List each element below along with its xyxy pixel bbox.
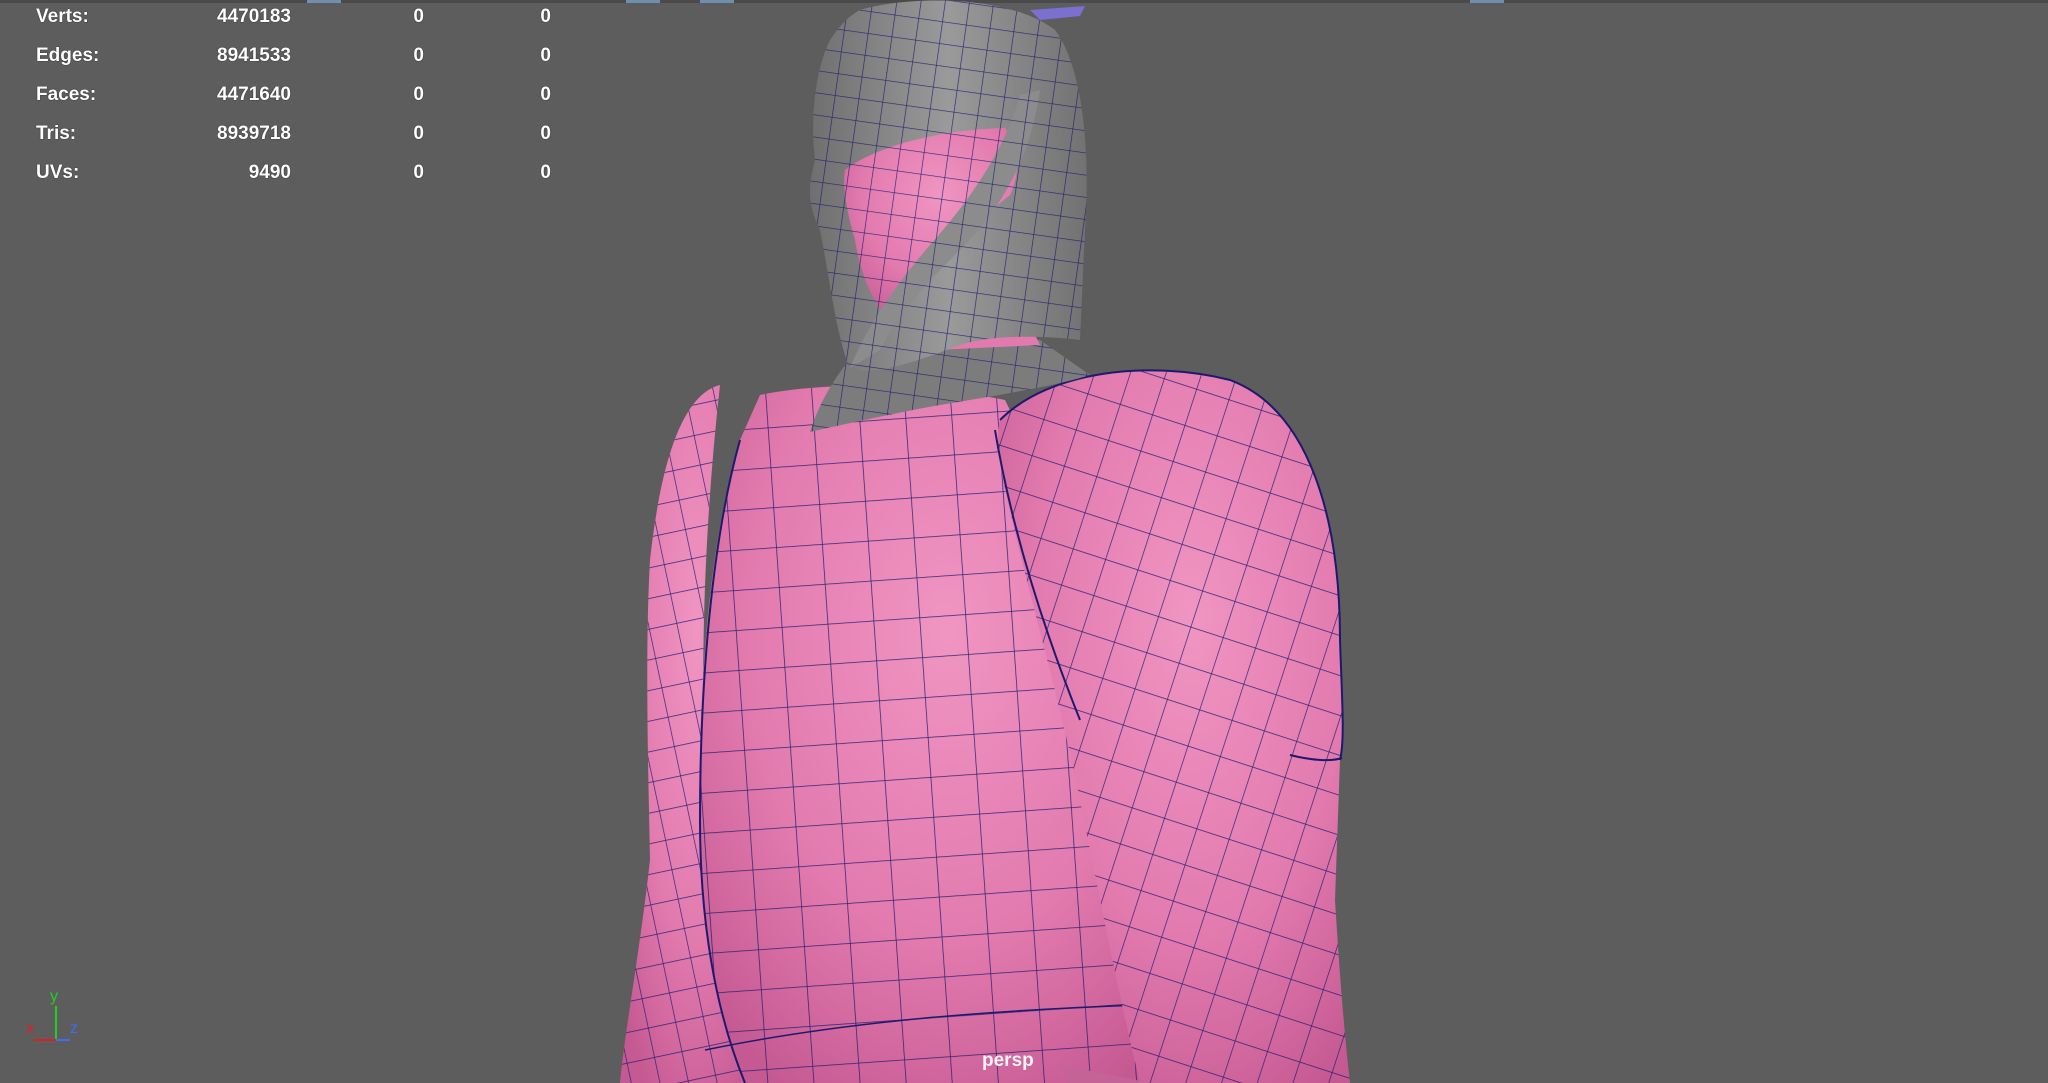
hud-value: 8941533 xyxy=(217,45,291,66)
hud-value: 0 xyxy=(540,6,551,27)
hud-value: 0 xyxy=(413,6,424,27)
hud-row-tris: Tris: 8939718 0 0 xyxy=(36,117,556,156)
hud-value: 8939718 xyxy=(217,123,291,144)
hud-value: 9490 xyxy=(248,162,291,183)
hud-row-verts: Verts: 4470183 0 0 xyxy=(36,0,556,39)
hud-value: 0 xyxy=(540,123,551,144)
hud-label: Verts: xyxy=(36,6,89,27)
hud-value: 4471640 xyxy=(217,84,291,105)
axis-x-label: x xyxy=(26,1020,34,1037)
hud-row-edges: Edges: 8941533 0 0 xyxy=(36,39,556,78)
view-axis-gizmo: y x z xyxy=(20,988,90,1050)
hud-value: 0 xyxy=(413,123,424,144)
hud-value: 4470183 xyxy=(217,6,291,27)
hud-value: 0 xyxy=(540,84,551,105)
hud-row-uvs: UVs: 9490 0 0 xyxy=(36,156,556,195)
hud-value: 0 xyxy=(540,162,551,183)
hud-label: Faces: xyxy=(36,84,97,105)
poly-count-hud: Verts: 4470183 0 0 Edges: 8941533 0 0 Fa… xyxy=(36,0,556,195)
hud-label: UVs: xyxy=(36,162,80,183)
hud-value: 0 xyxy=(540,45,551,66)
hud-value: 0 xyxy=(413,162,424,183)
helmet-mesh xyxy=(810,0,1087,371)
viewport-persp[interactable]: Verts: 4470183 0 0 Edges: 8941533 0 0 Fa… xyxy=(0,0,2048,1083)
hud-value: 0 xyxy=(413,45,424,66)
camera-label: persp xyxy=(982,1050,1034,1071)
hud-row-faces: Faces: 4471640 0 0 xyxy=(36,78,556,117)
hud-value: 0 xyxy=(413,84,424,105)
axis-z-label: z xyxy=(70,1020,78,1037)
hud-label: Edges: xyxy=(36,45,100,66)
axis-y-label: y xyxy=(50,988,58,1005)
hud-label: Tris: xyxy=(36,123,77,144)
